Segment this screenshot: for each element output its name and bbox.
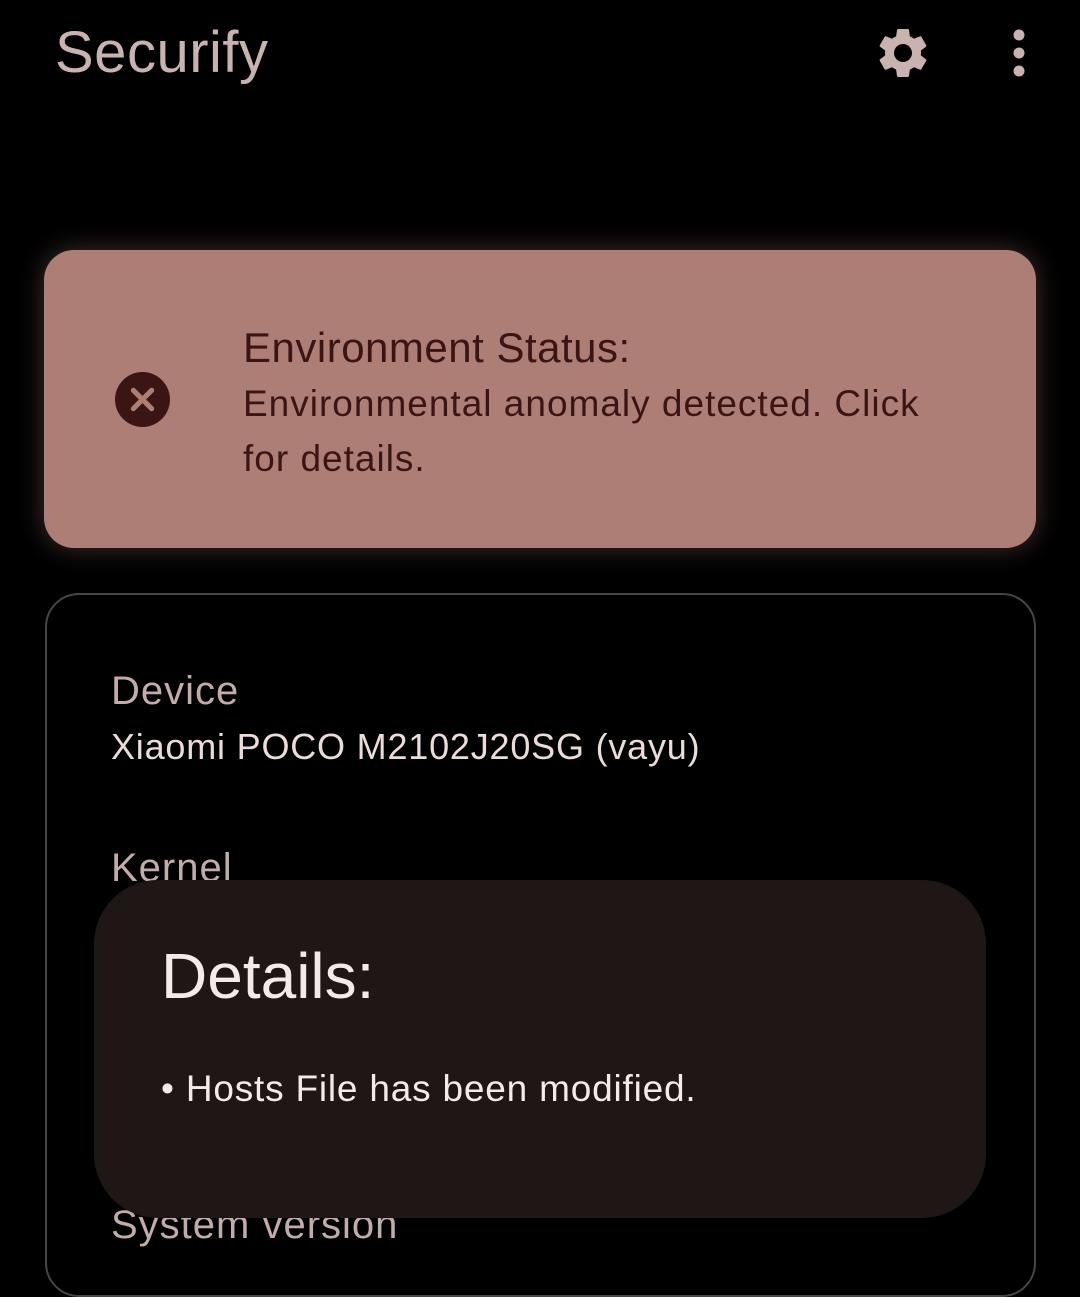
settings-button[interactable] [868, 18, 938, 88]
status-description: Environmental anomaly detected. Click fo… [243, 383, 920, 479]
details-title: Details: [161, 940, 375, 1012]
error-x-icon [115, 372, 170, 427]
details-dialog [94, 880, 986, 1218]
device-label: Device [111, 669, 240, 713]
details-item: • Hosts File has been modified. [161, 1068, 697, 1109]
more-options-button[interactable] [990, 18, 1048, 88]
app-title: Securify [55, 20, 269, 85]
more-vertical-icon [1013, 29, 1025, 77]
gear-icon [879, 29, 927, 77]
status-title: Environment Status: [243, 324, 631, 371]
device-value: Xiaomi POCO M2102J20SG (vayu) [111, 726, 701, 767]
